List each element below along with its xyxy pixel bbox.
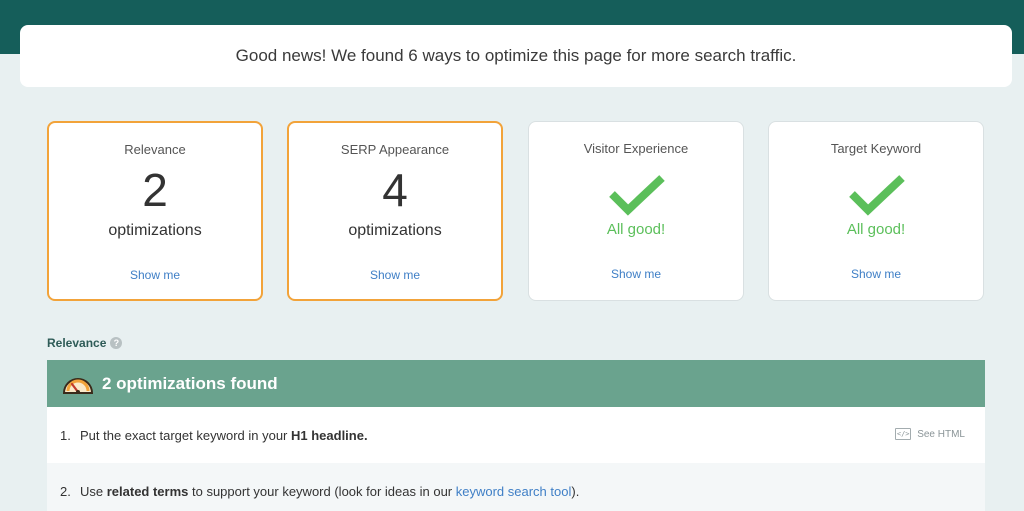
card-title: Relevance — [124, 142, 186, 157]
item-text: Use related terms to support your keywor… — [80, 484, 579, 499]
card-unit: optimizations — [348, 222, 442, 239]
item-text-part: to support your keyword (look for ideas … — [188, 483, 456, 499]
item-bold: H1 headline. — [291, 427, 368, 443]
optimization-list: 1. Put the exact target keyword in your … — [47, 407, 985, 511]
gauge-icon — [62, 377, 94, 394]
all-good-text: All good! — [606, 221, 666, 238]
show-me-link-serp[interactable]: Show me — [289, 268, 501, 282]
item-text-part: ). — [571, 483, 580, 499]
card-serp-appearance: SERP Appearance 4 optimizations Show me — [287, 121, 503, 301]
card-relevance: Relevance 2 optimizations Show me — [47, 121, 263, 301]
item-text-part: Use — [80, 483, 107, 499]
optimizations-header: 2 optimizations found — [47, 360, 985, 407]
section-label-text: Relevance — [47, 336, 107, 350]
checkmark-icon — [849, 175, 905, 216]
results-banner: Good news! We found 6 ways to optimize t… — [20, 25, 1012, 87]
see-html-label: See HTML — [917, 428, 965, 440]
card-count: 4 — [382, 164, 408, 216]
item-text-part: Put the exact target keyword in your — [80, 427, 291, 443]
checkmark-icon — [609, 175, 665, 216]
card-visitor-experience: Visitor Experience All good! Show me — [528, 121, 744, 301]
help-icon[interactable]: ? — [110, 337, 123, 349]
banner-text: Good news! We found 6 ways to optimize t… — [235, 46, 797, 65]
card-unit: optimizations — [108, 222, 202, 239]
keyword-search-tool-link[interactable]: keyword search tool — [456, 484, 572, 499]
card-title: Target Keyword — [830, 141, 922, 156]
see-html-button[interactable]: </> See HTML — [895, 428, 965, 440]
show-me-link-visitor[interactable]: Show me — [529, 267, 743, 281]
list-item: 2. Use related terms to support your key… — [47, 463, 985, 511]
all-good-text: All good! — [846, 221, 906, 238]
list-item: 1. Put the exact target keyword in your … — [47, 407, 985, 463]
card-title: Visitor Experience — [583, 141, 689, 156]
section-label: Relevance ? — [47, 336, 123, 350]
show-me-link-keyword[interactable]: Show me — [769, 267, 983, 281]
optimizations-header-text: 2 optimizations found — [102, 373, 278, 393]
card-count: 2 — [142, 164, 168, 216]
code-icon: </> — [895, 428, 912, 440]
item-number: 1. — [60, 427, 71, 443]
card-title: SERP Appearance — [340, 142, 450, 157]
item-bold: related terms — [106, 483, 189, 499]
item-number: 2. — [60, 483, 71, 499]
summary-cards: Relevance 2 optimizations Show me SERP A… — [47, 121, 985, 301]
card-target-keyword: Target Keyword All good! Show me — [768, 121, 984, 301]
item-text: Put the exact target keyword in your H1 … — [80, 428, 368, 443]
show-me-link-relevance[interactable]: Show me — [49, 268, 261, 282]
